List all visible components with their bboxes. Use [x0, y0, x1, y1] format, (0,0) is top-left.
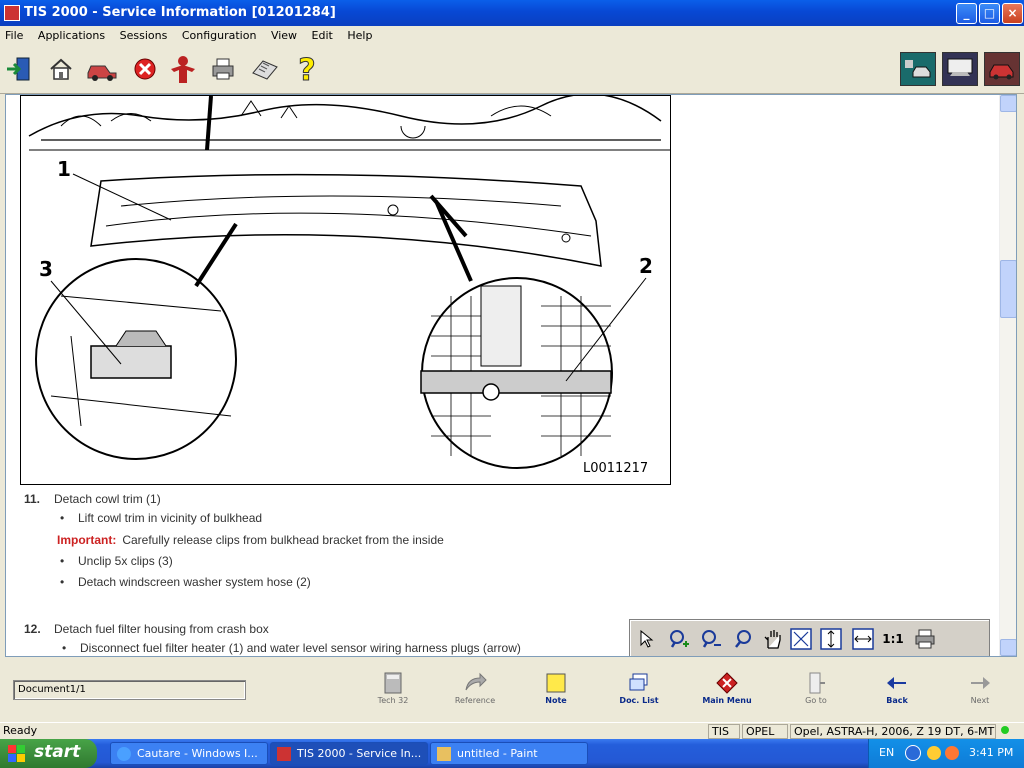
list-item: • Unclip 5x clips (3) — [60, 554, 173, 568]
fit-width-icon[interactable] — [852, 628, 874, 650]
goto-button[interactable]: Go to — [781, 672, 851, 705]
help-icon[interactable]: ? — [292, 54, 322, 84]
system-tray: EN 3:41 PM — [868, 739, 1024, 768]
next-arrow-icon — [968, 672, 992, 694]
minimize-button[interactable]: _ — [956, 3, 977, 24]
car-red-icon[interactable] — [984, 52, 1020, 86]
callout-2: 2 — [639, 254, 653, 278]
list-item: • Lift cowl trim in vicinity of bulkhead — [60, 511, 263, 525]
status-indicator — [998, 724, 1022, 739]
note-icon — [544, 672, 568, 694]
keyboard-icon[interactable] — [250, 54, 280, 84]
status-app: TIS — [708, 724, 740, 739]
menu-view[interactable]: View — [265, 26, 302, 42]
document-viewer[interactable]: 1 3 2 L0011217 11. Detach cowl trim (1) … — [5, 94, 1017, 657]
next-button[interactable]: Next — [945, 672, 1015, 705]
vertical-scrollbar[interactable] — [999, 95, 1016, 656]
tray-arrow-icon[interactable] — [905, 745, 921, 761]
reference-button[interactable]: Reference — [440, 672, 510, 705]
clock: 3:41 PM — [969, 746, 1014, 759]
user-icon[interactable] — [166, 54, 200, 84]
callout-1: 1 — [57, 157, 71, 181]
menu-bar: File Applications Sessions Configuration… — [0, 26, 1024, 46]
task-tis2000[interactable]: TIS 2000 - Service In... — [270, 742, 428, 765]
language-indicator[interactable]: EN — [879, 746, 894, 759]
service-app-icon[interactable] — [900, 52, 936, 86]
menu-help[interactable]: Help — [341, 26, 377, 42]
start-button[interactable]: start — [0, 739, 97, 768]
pan-hand-icon[interactable] — [762, 628, 784, 650]
figure-id: L0011217 — [583, 461, 648, 476]
scroll-up-button[interactable] — [1000, 95, 1016, 112]
status-vehicle: Opel, ASTRA-H, 2006, Z 19 DT, 6-MT — [790, 724, 996, 739]
tray-app-icon[interactable] — [927, 746, 941, 760]
important-note: Important: Carefully release clips from b… — [57, 533, 444, 547]
scroll-down-button[interactable] — [1000, 639, 1016, 656]
pointer-icon[interactable] — [636, 628, 658, 650]
title-bar: TIS 2000 - Service Information [01201284… — [0, 0, 1024, 26]
home-icon[interactable] — [46, 54, 76, 84]
list-item: • Detach windscreen washer system hose (2… — [60, 575, 311, 589]
tis-icon — [277, 747, 291, 761]
main-menu-button[interactable]: Main Menu — [692, 672, 762, 705]
status-make: OPEL — [742, 724, 788, 739]
back-button[interactable]: Back — [862, 672, 932, 705]
zoom-out-icon[interactable] — [700, 628, 722, 650]
zoom-in-icon[interactable] — [668, 628, 690, 650]
menu-applications[interactable]: Applications — [32, 26, 110, 42]
menu-sessions[interactable]: Sessions — [114, 26, 173, 42]
paint-icon — [437, 747, 451, 761]
tech32-button[interactable]: Tech 32 — [358, 672, 428, 705]
main-menu-icon — [715, 672, 739, 694]
actual-size-button[interactable]: 1:1 — [882, 628, 904, 650]
maximize-button[interactable]: □ — [979, 3, 1000, 24]
status-dot-icon — [1001, 726, 1009, 734]
menu-configuration[interactable]: Configuration — [176, 26, 262, 42]
document-counter: Document1/1 — [13, 680, 246, 700]
print-icon[interactable] — [208, 54, 238, 84]
task-paint[interactable]: untitled - Paint — [430, 742, 588, 765]
app-icon — [4, 5, 20, 21]
status-ready: Ready — [3, 724, 38, 737]
zoom-toolbar: 1:1 — [629, 619, 990, 656]
fit-height-icon[interactable] — [820, 628, 842, 650]
step-12: 12. Detach fuel filter housing from crash… — [24, 622, 269, 636]
vehicle-select-icon[interactable] — [84, 54, 120, 84]
callout-3: 3 — [39, 257, 53, 281]
calculator-icon — [381, 672, 405, 694]
back-arrow-icon — [885, 672, 909, 694]
cancel-icon[interactable] — [130, 54, 160, 84]
status-bar: Ready TIS OPEL Opel, ASTRA-H, 2006, Z 19… — [0, 722, 1024, 739]
scroll-thumb[interactable] — [1000, 260, 1016, 318]
list-item: • Disconnect fuel filter heater (1) and w… — [62, 641, 521, 655]
print-icon[interactable] — [914, 628, 936, 650]
menu-file[interactable]: File — [0, 26, 28, 42]
window-title: TIS 2000 - Service Information [01201284… — [24, 5, 336, 20]
magnifier-icon[interactable] — [732, 628, 754, 650]
svg-text:?: ? — [298, 54, 315, 84]
main-toolbar: ? — [0, 46, 1024, 94]
vehicle-data-icon[interactable] — [942, 52, 978, 86]
doc-list-button[interactable]: Doc. List — [604, 672, 674, 705]
note-button[interactable]: Note — [521, 672, 591, 705]
fit-page-icon[interactable] — [790, 628, 812, 650]
navigation-bar: Document1/1 Tech 32 Reference Note Doc. … — [0, 658, 1024, 722]
close-button[interactable]: × — [1002, 3, 1023, 24]
arrow-curve-icon — [463, 672, 487, 694]
tray-app2-icon[interactable] — [945, 746, 959, 760]
task-explorer[interactable]: Cautare - Windows I... — [110, 742, 268, 765]
taskbar: start Cautare - Windows I... TIS 2000 - … — [0, 739, 1024, 768]
goto-icon — [804, 672, 828, 694]
step-11: 11. Detach cowl trim (1) — [24, 492, 161, 506]
windows-flag-icon — [8, 745, 25, 762]
menu-edit[interactable]: Edit — [306, 26, 338, 42]
doc-list-icon — [627, 672, 651, 694]
ie-icon — [117, 747, 131, 761]
technical-diagram: 1 3 2 L0011217 — [20, 95, 671, 485]
exit-icon[interactable] — [4, 54, 34, 84]
